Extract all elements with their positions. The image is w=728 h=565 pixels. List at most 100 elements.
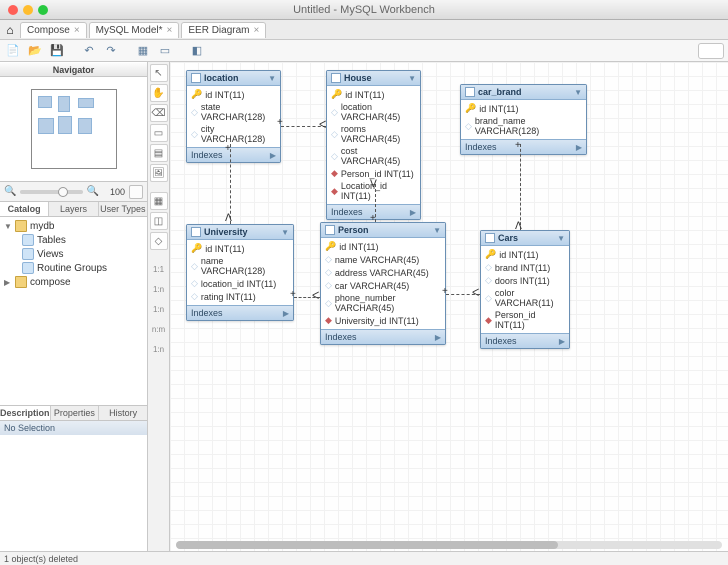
relation-1-n-identifying-tool[interactable]: 1:n — [150, 300, 168, 318]
tree-routine-groups[interactable]: Routine Groups — [0, 261, 147, 275]
save-icon[interactable]: 💾 — [48, 42, 66, 60]
column-row[interactable]: ◇city VARCHAR(128) — [187, 123, 280, 145]
column-row[interactable]: ◆Person_id INT(11) — [481, 309, 569, 331]
zoom-in-icon[interactable]: 🔍 — [87, 186, 99, 197]
table-cars[interactable]: Cars▼🔑id INT(11)◇brand INT(11)◇doors INT… — [480, 230, 570, 349]
tree-tables[interactable]: Tables — [0, 233, 147, 247]
image-tool[interactable]: 🖼 — [150, 164, 168, 182]
table-header[interactable]: House▼ — [327, 71, 420, 86]
zoom-reset-button[interactable] — [129, 185, 143, 199]
description-text-area[interactable] — [0, 435, 147, 545]
column-row[interactable]: ◇rooms VARCHAR(45) — [327, 123, 420, 145]
close-icon[interactable]: × — [74, 25, 80, 36]
table-header[interactable]: Person▼ — [321, 223, 445, 238]
column-row[interactable]: ◇brand_name VARCHAR(128) — [461, 115, 586, 137]
table-location[interactable]: location▼🔑id INT(11)◇state VARCHAR(128)◇… — [186, 70, 281, 163]
column-row[interactable]: 🔑id INT(11) — [327, 88, 420, 101]
tab-properties[interactable]: Properties — [51, 406, 100, 420]
undo-icon[interactable]: ↶ — [80, 42, 98, 60]
column-row[interactable]: ◇brand INT(11) — [481, 261, 569, 274]
diagram-canvas[interactable]: location▼🔑id INT(11)◇state VARCHAR(128)◇… — [170, 62, 728, 551]
grid-icon[interactable]: ▦ — [134, 42, 152, 60]
zoom-slider[interactable] — [20, 190, 82, 194]
column-row[interactable]: ◇rating INT(11) — [187, 290, 293, 303]
tab-eer-diagram[interactable]: EER Diagram × — [181, 22, 266, 38]
table-header[interactable]: location▼ — [187, 71, 280, 86]
pointer-tool[interactable]: ↖ — [150, 64, 168, 82]
column-row[interactable]: ◇car VARCHAR(45) — [321, 279, 445, 292]
close-icon[interactable]: × — [254, 25, 260, 36]
tab-user-types[interactable]: User Types — [99, 202, 147, 216]
layer-tool[interactable]: ▭ — [150, 124, 168, 142]
indexes-footer[interactable]: Indexes▶ — [187, 305, 293, 320]
note-tool[interactable]: ▤ — [150, 144, 168, 162]
chevron-right-icon[interactable]: ▶ — [576, 143, 582, 152]
search-input[interactable] — [698, 43, 724, 59]
home-icon[interactable]: ⌂ — [0, 23, 20, 37]
column-row[interactable]: 🔑id INT(11) — [187, 242, 293, 255]
column-row[interactable]: ◇phone_number VARCHAR(45) — [321, 292, 445, 314]
redo-icon[interactable]: ↷ — [102, 42, 120, 60]
relation-1-1-tool[interactable]: 1:1 — [150, 260, 168, 278]
tab-layers[interactable]: Layers — [49, 202, 98, 216]
chevron-right-icon[interactable]: ▶ — [435, 333, 441, 342]
tab-compose[interactable]: Compose × — [20, 22, 87, 38]
open-file-icon[interactable]: 📂 — [26, 42, 44, 60]
tab-history[interactable]: History — [99, 406, 147, 420]
relation-n-m-tool[interactable]: n:m — [150, 320, 168, 338]
column-row[interactable]: ◇address VARCHAR(45) — [321, 266, 445, 279]
table-header[interactable]: car_brand▼ — [461, 85, 586, 100]
column-row[interactable]: ◇name VARCHAR(45) — [321, 253, 445, 266]
column-row[interactable]: ◇state VARCHAR(128) — [187, 101, 280, 123]
chevron-right-icon[interactable]: ▶ — [410, 208, 416, 217]
column-row[interactable]: ◇cost VARCHAR(45) — [327, 145, 420, 167]
chevron-down-icon[interactable]: ▼ — [433, 226, 441, 235]
chevron-down-icon[interactable]: ▼ — [268, 74, 276, 83]
chevron-down-icon[interactable]: ▼ — [557, 234, 565, 243]
chevron-down-icon[interactable]: ▼ — [574, 88, 582, 97]
tree-db-compose[interactable]: ▶ compose — [0, 275, 147, 289]
table-university[interactable]: University▼ 🔑id INT(11)◇name VARCHAR(128)… — [186, 224, 294, 321]
column-row[interactable]: ◇name VARCHAR(128) — [187, 255, 293, 277]
close-icon[interactable]: × — [167, 25, 173, 36]
chevron-right-icon[interactable]: ▶ — [270, 151, 276, 160]
indexes-footer[interactable]: Indexes▶ — [481, 333, 569, 348]
horizontal-scrollbar[interactable] — [176, 541, 722, 549]
tab-catalog[interactable]: Catalog — [0, 202, 49, 216]
column-row[interactable]: ◇location VARCHAR(45) — [327, 101, 420, 123]
column-row[interactable]: 🔑id INT(11) — [321, 240, 445, 253]
new-file-icon[interactable]: 📄 — [4, 42, 22, 60]
tree-views[interactable]: Views — [0, 247, 147, 261]
tab-mysql-model[interactable]: MySQL Model* × — [89, 22, 180, 38]
relation-1-n-nonid-tool[interactable]: 1:n — [150, 340, 168, 358]
indexes-footer[interactable]: Indexes▶ — [187, 147, 280, 162]
routine-group-tool[interactable]: ◇ — [150, 232, 168, 250]
table-house[interactable]: House▼ 🔑id INT(11)◇location VARCHAR(45)◇r… — [326, 70, 421, 220]
column-row[interactable]: 🔑id INT(11) — [461, 102, 586, 115]
tab-description[interactable]: Description — [0, 406, 51, 420]
chevron-down-icon[interactable]: ▼ — [408, 74, 416, 83]
indexes-footer[interactable]: Indexes▶ — [461, 139, 586, 154]
relation-1-n-tool[interactable]: 1:n — [150, 280, 168, 298]
column-row[interactable]: ◇location_id INT(11) — [187, 277, 293, 290]
align-icon[interactable]: ▭ — [156, 42, 174, 60]
schema-tree[interactable]: ▼ mydb Tables Views Routine Groups ▶ com… — [0, 217, 147, 405]
table-car-brand[interactable]: car_brand▼ 🔑id INT(11)◇brand_name VARCHAR… — [460, 84, 587, 155]
table-person[interactable]: Person▼ 🔑id INT(11)◇name VARCHAR(45)◇addr… — [320, 222, 446, 345]
toggle-sidebar-icon[interactable]: ◧ — [188, 42, 206, 60]
table-tool[interactable]: ▦ — [150, 192, 168, 210]
disclosure-icon[interactable]: ▼ — [4, 222, 12, 231]
tree-db-mydb[interactable]: ▼ mydb — [0, 219, 147, 233]
zoom-out-icon[interactable]: 🔍 — [4, 186, 16, 197]
table-header[interactable]: University▼ — [187, 225, 293, 240]
hand-tool[interactable]: ✋ — [150, 84, 168, 102]
column-row[interactable]: ◇doors INT(11) — [481, 274, 569, 287]
indexes-footer[interactable]: Indexes▶ — [321, 329, 445, 344]
column-row[interactable]: ◇color VARCHAR(11) — [481, 287, 569, 309]
eraser-tool[interactable]: ⌫ — [150, 104, 168, 122]
chevron-right-icon[interactable]: ▶ — [559, 337, 565, 346]
disclosure-icon[interactable]: ▶ — [4, 278, 12, 287]
chevron-down-icon[interactable]: ▼ — [281, 228, 289, 237]
column-row[interactable]: ◆University_id INT(11) — [321, 314, 445, 327]
chevron-right-icon[interactable]: ▶ — [283, 309, 289, 318]
